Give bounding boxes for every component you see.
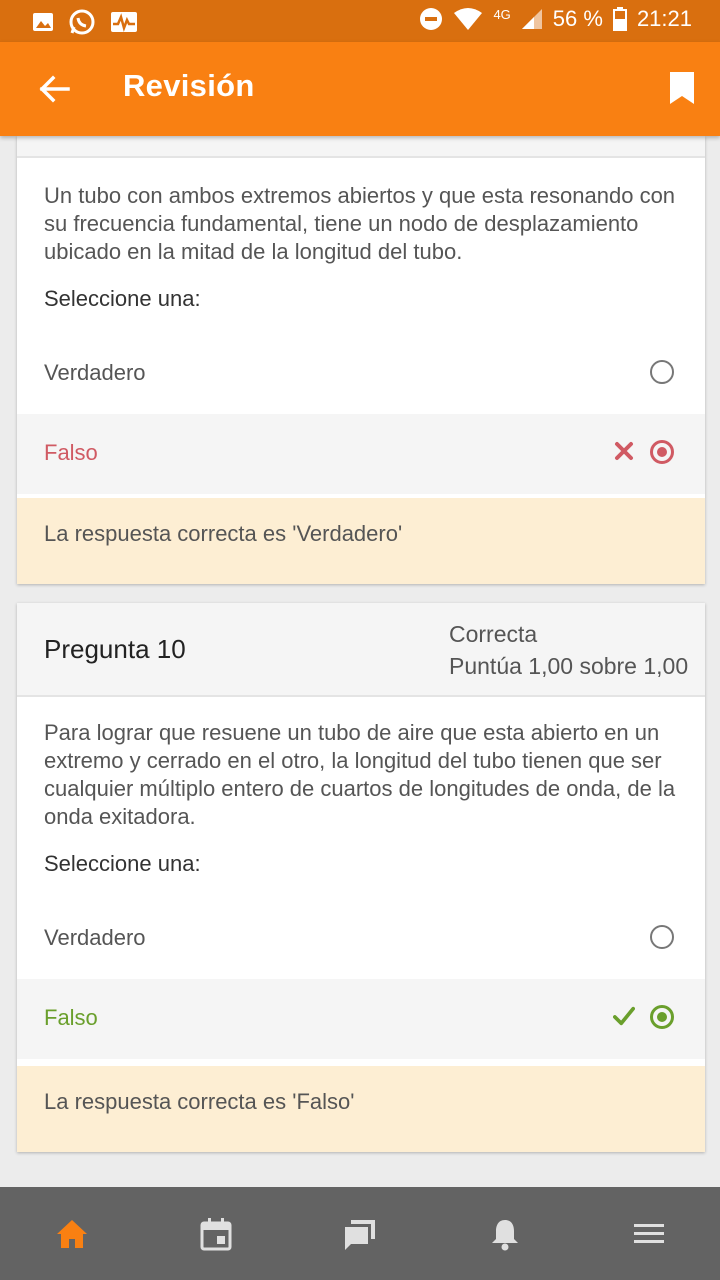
messages-icon[interactable] (343, 1217, 377, 1251)
radio-checked-icon[interactable] (650, 1005, 674, 1029)
radio-unchecked-icon[interactable] (650, 360, 674, 384)
bell-icon[interactable] (488, 1217, 522, 1251)
gallery-icon (33, 13, 53, 31)
question-card-10: Pregunta 10 Correcta Puntúa 1,00 sobre 1… (17, 603, 705, 1152)
option-label: Falso (44, 440, 98, 465)
correct-answer-feedback: La respuesta correcta es 'Falso' (17, 1066, 705, 1152)
network-type: 4G (493, 6, 511, 22)
radio-unchecked-icon[interactable] (650, 925, 674, 949)
activity-icon (111, 12, 137, 33)
option-verdadero[interactable]: Verdadero (17, 334, 705, 414)
signal-icon (521, 9, 542, 29)
question-text: Un tubo con ambos extremos abiertos y qu… (44, 183, 676, 264)
bookmark-icon[interactable] (668, 70, 696, 106)
option-label: Verdadero (44, 925, 146, 950)
select-prompt: Seleccione una: (44, 851, 201, 876)
do-not-disturb-icon (420, 8, 443, 30)
correct-check-icon (613, 1006, 635, 1026)
incorrect-x-icon (615, 442, 633, 460)
question-number: Pregunta 10 (44, 634, 186, 664)
option-falso[interactable]: Falso (17, 414, 705, 494)
question-grade: Puntúa 1,00 sobre 1,00 (449, 653, 689, 679)
question-status: Correcta Puntúa 1,00 sobre 1,00 (449, 618, 688, 682)
correct-answer-feedback: La respuesta correcta es 'Verdadero' (17, 498, 705, 584)
battery-percent: 56 % (552, 6, 603, 31)
question-card-9: Un tubo con ambos extremos abiertos y qu… (17, 136, 705, 584)
menu-icon[interactable] (632, 1217, 666, 1251)
clock: 21:21 (636, 6, 692, 31)
notification-icons (32, 8, 138, 36)
calendar-icon[interactable] (199, 1217, 233, 1251)
option-verdadero[interactable]: Verdadero (17, 899, 705, 979)
page-title: Revisión (123, 68, 255, 103)
arrow-left-icon[interactable] (38, 72, 72, 106)
wifi-icon (454, 8, 483, 30)
status-bar: 4G 56 % 21:21 (0, 0, 720, 42)
whatsapp-icon (69, 9, 95, 35)
system-status: 4G 56 % 21:21 (419, 6, 692, 32)
feedback-text: La respuesta correcta es 'Falso' (44, 1089, 355, 1114)
feedback-text: La respuesta correcta es 'Verdadero' (44, 521, 403, 546)
question-state: Correcta (449, 621, 538, 647)
select-prompt: Seleccione una: (44, 286, 201, 311)
app-bar: Revisión (0, 42, 720, 136)
option-label: Falso (44, 1005, 98, 1030)
option-label: Verdadero (44, 360, 146, 385)
option-falso[interactable]: Falso (17, 979, 705, 1059)
bottom-nav (0, 1187, 720, 1280)
radio-checked-icon[interactable] (650, 440, 674, 464)
battery-icon (612, 7, 627, 31)
question-header: Pregunta 10 Correcta Puntúa 1,00 sobre 1… (17, 603, 705, 697)
home-icon[interactable] (55, 1217, 89, 1251)
question-text: Para lograr que resuene un tubo de aire … (44, 720, 676, 829)
question-header (17, 136, 705, 158)
